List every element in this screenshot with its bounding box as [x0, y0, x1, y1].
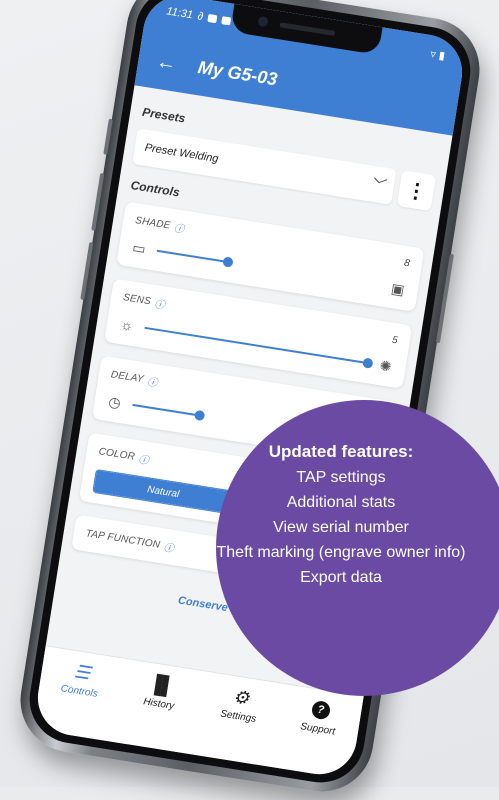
status-app-icon-2 [221, 16, 232, 26]
sens-label: SENS [122, 292, 152, 308]
sliders-icon: ☰ [72, 660, 92, 683]
feature-item: TAP settings [296, 469, 386, 486]
info-icon[interactable]: ⓘ [154, 295, 166, 311]
status-app-icon [207, 13, 218, 24]
sens-value: 5 [391, 334, 399, 347]
kebab-menu-icon: ⋮ [404, 178, 428, 204]
info-icon[interactable]: ⓘ [173, 219, 185, 235]
feature-item: Export data [300, 569, 382, 586]
info-icon[interactable]: ⓘ [163, 539, 175, 555]
nav-settings-label: Settings [219, 708, 257, 725]
nav-support-label: Support [299, 721, 336, 738]
updated-features-callout: Updated features: TAP settings Additiona… [216, 400, 499, 696]
feature-item: Theft marking (engrave owner info) [216, 544, 466, 561]
feature-item: View serial number [273, 519, 409, 536]
sun-high-icon: ✺ [378, 356, 393, 375]
shade-value: 8 [403, 257, 411, 270]
shade-slider-handle[interactable] [222, 256, 234, 268]
nav-history[interactable]: ▐▌ History [118, 669, 203, 716]
delay-slider-handle[interactable] [193, 409, 206, 422]
help-icon: ? [310, 699, 332, 721]
color-label: COLOR [97, 446, 136, 463]
tap-function-label: TAP FUNCTION [84, 528, 161, 551]
nav-controls-label: Controls [59, 683, 99, 700]
page-title: My G5-03 [196, 57, 279, 90]
shade-slider-fill [156, 249, 229, 264]
shade-label: SHADE [134, 215, 172, 232]
sun-low-icon: ☼ [119, 316, 135, 334]
lens-light-icon: ▭ [131, 238, 147, 257]
bar-chart-icon: ▐▌ [147, 672, 176, 697]
info-icon[interactable]: ⓘ [138, 451, 150, 467]
lens-dark-icon: ▣ [390, 279, 406, 298]
status-wifi-battery-icon: ▿ ▮ [429, 47, 446, 62]
callout-heading: Updated features: [268, 442, 414, 461]
speaker-grille [279, 22, 336, 36]
gear-icon: ⚙ [231, 685, 251, 709]
chevron-down-icon: ﹀ [368, 175, 386, 194]
back-arrow-icon[interactable]: ← [155, 50, 178, 75]
info-icon[interactable]: ⓘ [146, 373, 158, 389]
status-time: 11:31 [165, 5, 194, 22]
status-notification-icon: ∂ [196, 10, 205, 24]
delay-label: DELAY [110, 369, 145, 386]
timer-icon: ◷ [107, 392, 123, 411]
nav-support[interactable]: ? Support [277, 694, 362, 741]
feature-item: Additional stats [286, 494, 396, 511]
preset-select-value: Preset Welding [143, 141, 220, 166]
nav-history-label: History [142, 696, 175, 713]
front-camera-icon [257, 15, 269, 28]
sens-slider-handle[interactable] [362, 357, 374, 369]
nav-controls[interactable]: ☰ Controls [39, 656, 124, 703]
preset-more-button[interactable]: ⋮ [396, 170, 437, 212]
nav-settings[interactable]: ⚙ Settings [198, 681, 283, 728]
delay-slider-fill [132, 403, 200, 417]
